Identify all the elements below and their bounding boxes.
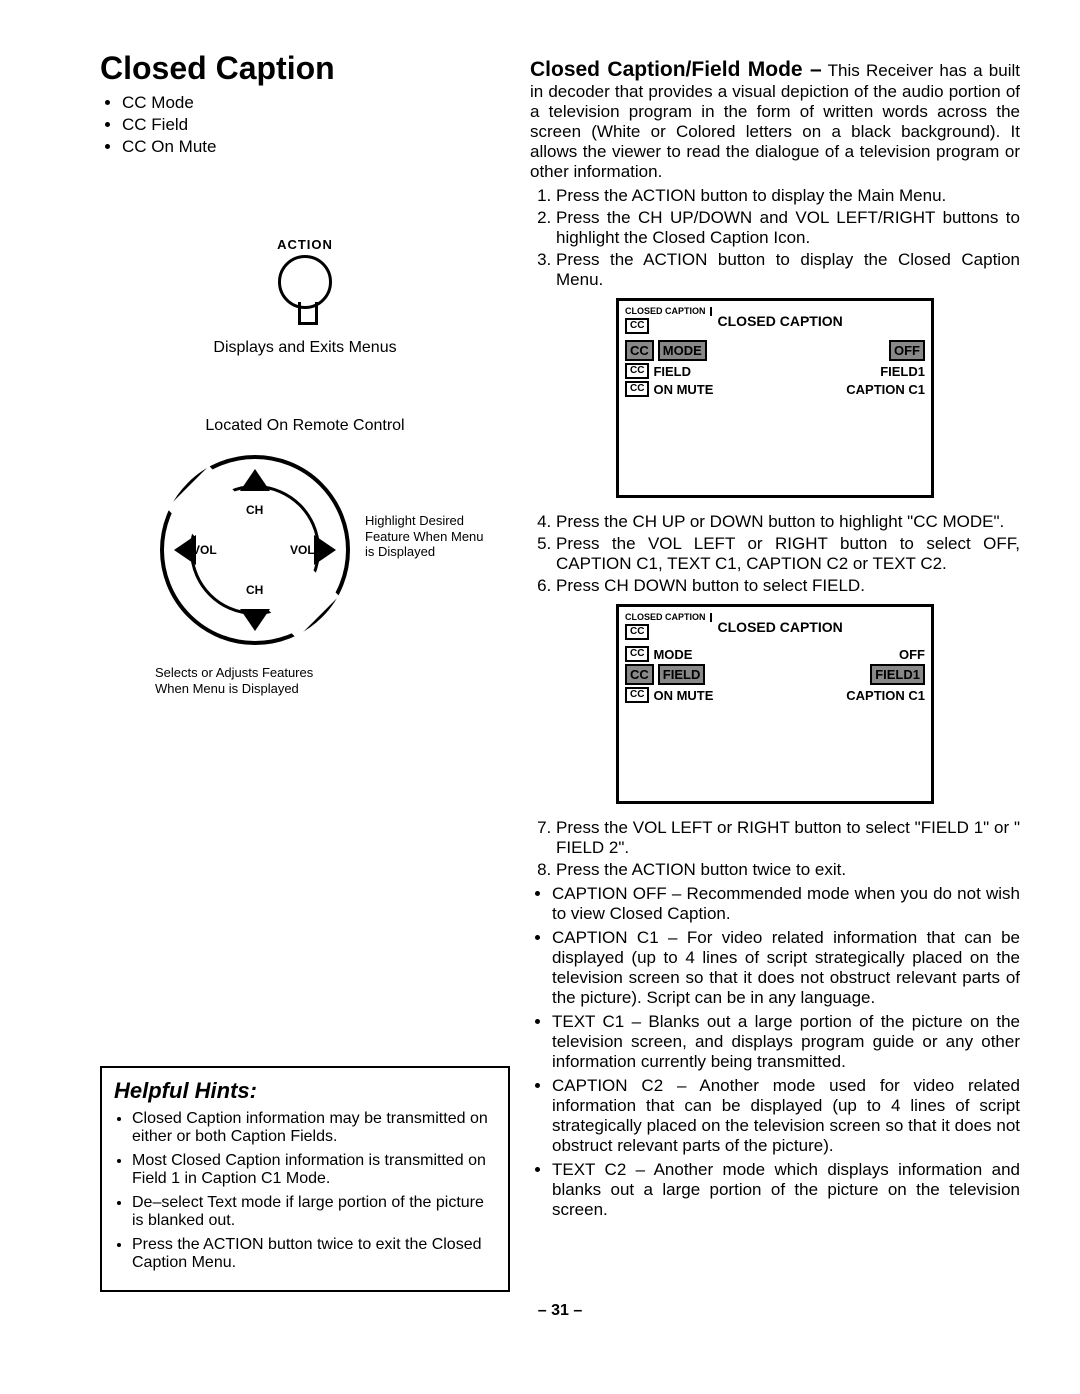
toc-item: CC Field (122, 115, 510, 135)
bullet-item: TEXT C2 – Another mode which displays in… (552, 1160, 1020, 1220)
hint-item: Most Closed Caption information is trans… (132, 1152, 496, 1188)
action-icon (278, 255, 332, 309)
bullet-item: CAPTION C1 – For video related informati… (552, 928, 1020, 1008)
section-intro: Closed Caption/Field Mode – This Receive… (530, 58, 1020, 182)
osd-header-big: CLOSED CAPTION (718, 313, 843, 329)
hint-item: Press the ACTION button twice to exit th… (132, 1236, 496, 1272)
bullet-item: TEXT C1 – Blanks out a large portion of … (552, 1012, 1020, 1072)
helpful-hints-box: Helpful Hints: Closed Caption informatio… (100, 1066, 510, 1292)
hints-title: Helpful Hints: (114, 1078, 496, 1104)
hint-item: Closed Caption information may be transm… (132, 1110, 496, 1146)
cc-icon: CC (625, 687, 649, 703)
arrow-down-icon (240, 609, 270, 631)
arrow-right-icon (314, 535, 336, 565)
action-description: Displays and Exits Menus (100, 339, 510, 357)
ch-down-label: CH (244, 583, 265, 597)
page-title: Closed Caption (100, 50, 510, 87)
cc-icon: CC (625, 318, 649, 334)
bullet-item: CAPTION C2 – Another mode used for video… (552, 1076, 1020, 1156)
osd-label-onmute: ON MUTE (653, 688, 713, 703)
osd-label-mode: MODE (653, 647, 692, 662)
osd-label-field: FIELD (658, 664, 706, 685)
osd-header-small: CLOSED CAPTION (625, 613, 712, 622)
remote-location-label: Located On Remote Control (100, 417, 510, 435)
osd-header-small: CLOSED CAPTION (625, 307, 712, 316)
osd-value-c1: CAPTION C1 (846, 688, 925, 703)
action-button-diagram: ACTION Displays and Exits Menus (100, 237, 510, 357)
arrow-up-icon (240, 469, 270, 491)
hint-item: De–select Text mode if large portion of … (132, 1194, 496, 1230)
osd-screenshot-1: CLOSED CAPTION CC CLOSED CAPTION CCMODE … (616, 298, 934, 498)
cc-icon: CC (625, 363, 649, 379)
osd-value-field1: FIELD1 (870, 664, 925, 685)
action-label: ACTION (100, 237, 510, 252)
osd-header-big: CLOSED CAPTION (718, 619, 843, 635)
step-item: Press the ACTION button twice to exit. (556, 860, 1020, 880)
dpad-diagram: CH CH VOL VOL Highlight Desired Feature … (100, 445, 510, 665)
osd-label-onmute: ON MUTE (653, 382, 713, 397)
caption-mode-bullets: CAPTION OFF – Recommended mode when you … (530, 884, 1020, 1220)
step-item: Press the VOL LEFT or RIGHT button to se… (556, 534, 1020, 574)
toc-list: CC Mode CC Field CC On Mute (100, 93, 510, 157)
page-number: – 31 – (100, 1302, 1020, 1320)
step-item: Press CH DOWN button to select FIELD. (556, 576, 1020, 596)
dpad-note-right: Highlight Desired Feature When Menu is D… (365, 513, 495, 560)
step-item: Press the ACTION button to display the M… (556, 186, 1020, 206)
arrow-left-icon (174, 535, 196, 565)
cc-icon: CC (625, 664, 654, 685)
steps-list-a: Press the ACTION button to display the M… (530, 186, 1020, 290)
ch-up-label: CH (244, 503, 265, 517)
cc-icon: CC (625, 381, 649, 397)
osd-label-field: FIELD (653, 364, 691, 379)
osd-value-off: OFF (889, 340, 925, 361)
osd-screenshot-2: CLOSED CAPTION CC CLOSED CAPTION CCMODE … (616, 604, 934, 804)
toc-item: CC On Mute (122, 137, 510, 157)
step-item: Press the CH UP or DOWN button to highli… (556, 512, 1020, 532)
steps-list-b: Press the CH UP or DOWN button to highli… (530, 512, 1020, 596)
osd-value-field1: FIELD1 (880, 364, 925, 379)
osd-value-off: OFF (899, 647, 925, 662)
step-item: Press the ACTION button to display the C… (556, 250, 1020, 290)
step-item: Press the CH UP/DOWN and VOL LEFT/RIGHT … (556, 208, 1020, 248)
cc-icon: CC (625, 624, 649, 640)
steps-list-c: Press the VOL LEFT or RIGHT button to se… (530, 818, 1020, 880)
dpad-note-below: Selects or Adjusts Features When Menu is… (155, 665, 315, 696)
step-item: Press the VOL LEFT or RIGHT button to se… (556, 818, 1020, 858)
vol-right-label: VOL (288, 543, 317, 557)
toc-item: CC Mode (122, 93, 510, 113)
osd-label-mode: MODE (658, 340, 707, 361)
cc-icon: CC (625, 340, 654, 361)
bullet-item: CAPTION OFF – Recommended mode when you … (552, 884, 1020, 924)
osd-value-c1: CAPTION C1 (846, 382, 925, 397)
cc-icon: CC (625, 646, 649, 662)
section-heading: Closed Caption/Field Mode – (530, 58, 822, 81)
